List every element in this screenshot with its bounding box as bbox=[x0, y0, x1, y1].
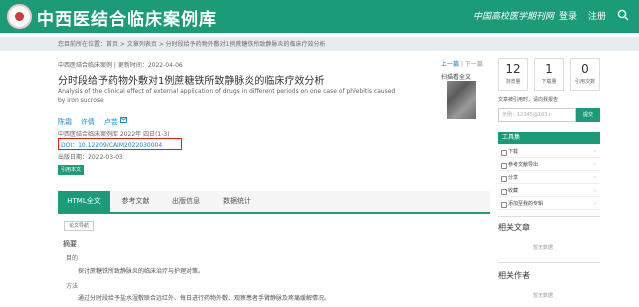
next-link[interactable]: 下一篇 bbox=[465, 61, 483, 68]
purpose-text: 探讨蔗糖铁所致静脉炎的临床治疗与护理对策。 bbox=[78, 268, 205, 275]
prev-next-separator: | bbox=[460, 61, 463, 68]
site-logo[interactable] bbox=[7, 4, 32, 29]
tool-share[interactable]: 分享 bbox=[498, 172, 600, 184]
tool-export-references[interactable]: 参考文献导出 bbox=[498, 159, 600, 171]
journal-info: 中西医结合临床案例库 2022年 四日(1-3) bbox=[58, 131, 170, 138]
article-title-en: Analysis of the clinical effect of exter… bbox=[58, 88, 396, 104]
related-articles-title: 相关文章 bbox=[498, 223, 530, 232]
article-tabs: HTML全文 参考文献 出版信息 数据统计 bbox=[58, 191, 490, 214]
author-link[interactable]: 许倩 bbox=[81, 118, 95, 126]
abstract-title: 摘要 bbox=[63, 240, 77, 248]
register-link[interactable]: 注册 bbox=[588, 9, 606, 22]
publication-date: 出版日期：2022-03-03 bbox=[58, 154, 123, 161]
tool-download[interactable]: 下载 bbox=[498, 146, 600, 158]
views-stat: 12 浏览量 bbox=[498, 58, 528, 91]
login-link[interactable]: 登录 bbox=[559, 9, 577, 22]
article-meta: 中西医结合临床案例 | 更新时间：2022-04-06 bbox=[58, 62, 183, 69]
doi-link[interactable]: DOI：10.12209/CAIM2022030004 bbox=[61, 140, 162, 149]
email-submit-button[interactable]: 提交 bbox=[576, 108, 600, 122]
cite-button[interactable]: 引用本文 bbox=[58, 165, 85, 175]
purpose-label: 目的 bbox=[66, 255, 79, 262]
tools-header: 工具集 bbox=[498, 132, 600, 144]
stat-label: 浏览量 bbox=[505, 79, 521, 85]
divider bbox=[498, 216, 600, 217]
tab-references[interactable]: 参考文献 bbox=[110, 191, 161, 212]
downloads-stat: 1 下载量 bbox=[534, 58, 564, 91]
tab-statistics[interactable]: 数据统计 bbox=[211, 191, 263, 212]
author-link[interactable]: 卢芸 bbox=[104, 118, 118, 126]
tool-favorite[interactable]: 收藏 bbox=[498, 185, 600, 197]
stat-value: 0 bbox=[581, 62, 589, 76]
prev-link[interactable]: 上一篇 bbox=[441, 61, 459, 68]
method-text: 通过分时段给予盐水湿敷联合远红外、每日进行药物外敷、观察患者手臂静脉及疼痛缓解情… bbox=[78, 295, 331, 302]
email-icon[interactable] bbox=[120, 117, 128, 123]
stat-label: 下载量 bbox=[541, 79, 557, 85]
stat-value: 12 bbox=[505, 62, 521, 76]
header-link-journal-net[interactable]: 中国高校医学期刊网 bbox=[473, 9, 554, 22]
qr-label: 扫描看全文 bbox=[441, 74, 472, 81]
search-icon[interactable] bbox=[617, 9, 629, 21]
author-list: 陈霜 许倩 卢芸 bbox=[58, 117, 128, 127]
stat-value: 1 bbox=[545, 62, 553, 76]
paper-nav-button[interactable]: 论文导航 bbox=[64, 221, 95, 231]
method-label: 方法 bbox=[66, 283, 79, 290]
email-alert-label: 文章被引用时，请向我报告 bbox=[498, 97, 559, 103]
site-header: 中西医结合临床案例库 中国高校医学期刊网 登录 注册 bbox=[0, 0, 639, 33]
stat-label: 引用次数 bbox=[574, 79, 595, 85]
site-title[interactable]: 中西医结合临床案例库 bbox=[37, 5, 217, 30]
citations-stat: 0 引用次数 bbox=[570, 58, 600, 91]
related-articles-empty: 暂无数据 bbox=[533, 245, 554, 251]
related-authors-empty: 暂无数据 bbox=[533, 293, 554, 299]
breadcrumb[interactable]: 您目前所在位置：首页 > 文章列表页 > 分时段给予药物外敷对1例蔗糖铁所致静脉… bbox=[58, 39, 326, 48]
prev-next-links: 上一篇 | 下一篇 bbox=[441, 59, 483, 68]
author-link[interactable]: 陈霜 bbox=[58, 118, 72, 126]
qr-code-image bbox=[447, 81, 476, 119]
divider bbox=[498, 262, 600, 263]
tab-html-fulltext[interactable]: HTML全文 bbox=[58, 191, 110, 212]
article-title: 分时段给予药物外敷对1例蔗糖铁所致静脉炎的临床疗效分析 bbox=[58, 76, 325, 87]
email-input[interactable]: 示例：12345@163.c bbox=[498, 108, 576, 122]
related-authors-title: 相关作者 bbox=[498, 271, 530, 280]
tab-publication-info[interactable]: 出版信息 bbox=[161, 191, 211, 212]
tool-add-to-album[interactable]: 添加至我的专辑 bbox=[498, 198, 600, 210]
